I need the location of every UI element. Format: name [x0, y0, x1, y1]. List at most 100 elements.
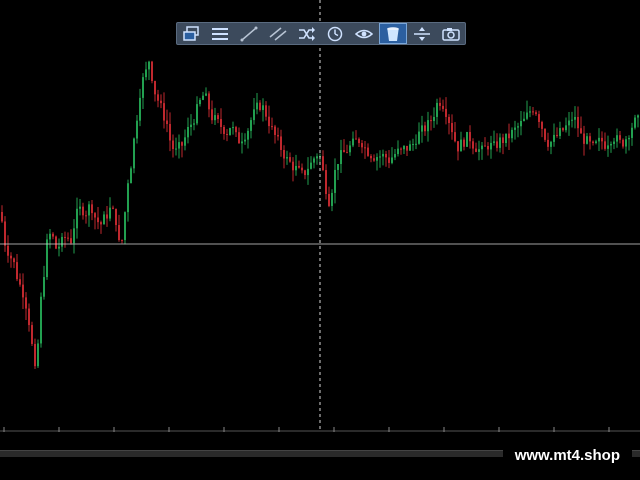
candle-body: [64, 236, 66, 238]
tb-button-0[interactable]: [177, 23, 206, 44]
candle-body: [538, 114, 540, 122]
candle-body: [235, 127, 237, 133]
candle-body: [46, 239, 48, 278]
candle-body: [118, 225, 120, 241]
parallel-lines-icon: [269, 26, 287, 41]
candle-body: [67, 237, 69, 239]
candle-body: [397, 148, 399, 155]
windows-icon: [183, 25, 200, 41]
candle-body: [343, 150, 345, 153]
candle-body: [166, 120, 168, 125]
candle-body: [394, 154, 396, 158]
candle-body: [391, 157, 393, 163]
candle-body: [586, 136, 588, 144]
candle-body: [256, 102, 258, 110]
candle-body: [109, 207, 111, 219]
tb-button-5[interactable]: [321, 23, 350, 44]
candle-body: [52, 233, 54, 237]
tb-button-6[interactable]: [350, 23, 379, 44]
candle-body: [175, 148, 177, 150]
candlestick-chart-svg[interactable]: 7 Dec 16:207 Dec 17:407 Dec 19:007 Dec 2…: [0, 0, 640, 432]
tb-button-1[interactable]: [206, 23, 235, 44]
candle-body: [454, 132, 456, 142]
candle-body: [136, 120, 138, 139]
candle-body: [442, 105, 444, 109]
candle-body: [532, 111, 534, 113]
candle-body: [211, 109, 213, 121]
candle-body: [568, 120, 570, 126]
candle-body: [544, 128, 546, 140]
candle-body: [385, 153, 387, 158]
candle-body: [232, 127, 234, 129]
candle-body: [286, 157, 288, 159]
candle-body: [82, 206, 84, 216]
candle-body: [613, 141, 615, 144]
eye-icon: [355, 29, 374, 38]
candle-body: [520, 120, 522, 127]
candles-layer: [1, 60, 639, 369]
candle-body: [481, 145, 483, 150]
candle-body: [148, 61, 150, 70]
candle-body: [574, 116, 576, 120]
candle-body: [7, 245, 9, 256]
candle-body: [355, 138, 357, 140]
candle-body: [76, 208, 78, 229]
candle-body: [244, 139, 246, 142]
candle-body: [502, 137, 504, 144]
candle-body: [292, 161, 294, 171]
candle-body: [562, 128, 564, 131]
tb-button-2[interactable]: [235, 23, 264, 44]
clock-icon: [328, 26, 343, 41]
candle-body: [22, 284, 24, 298]
candle-body: [328, 193, 330, 206]
candle-body: [448, 116, 450, 124]
candle-body: [220, 119, 222, 127]
tb-button-7[interactable]: [378, 23, 408, 44]
candle-body: [376, 157, 378, 161]
candle-body: [577, 116, 579, 129]
candle-body: [349, 145, 351, 153]
candle-body: [169, 124, 171, 141]
candle-body: [280, 136, 282, 150]
candle-body: [259, 102, 261, 110]
candle-body: [337, 163, 339, 170]
tb-button-8[interactable]: [407, 23, 436, 44]
chart-toolbar: [176, 22, 466, 45]
candle-body: [127, 183, 129, 213]
candle-body: [145, 69, 147, 78]
candle-body: [553, 134, 555, 142]
candle-body: [598, 137, 600, 142]
candle-body: [178, 142, 180, 149]
candle-body: [13, 258, 15, 263]
candle-body: [535, 112, 537, 115]
candle-body: [301, 167, 303, 171]
candle-body: [208, 93, 210, 110]
candle-body: [40, 296, 42, 344]
trash-icon: [386, 26, 399, 41]
candle-body: [445, 108, 447, 117]
tb-button-4[interactable]: [292, 23, 321, 44]
candle-body: [187, 126, 189, 138]
candle-body: [250, 120, 252, 131]
candle-body: [592, 141, 594, 143]
candle-body: [247, 130, 249, 140]
candle-body: [619, 135, 621, 140]
tb-button-3[interactable]: [263, 23, 292, 44]
tb-button-9[interactable]: [436, 23, 465, 44]
candle-body: [382, 153, 384, 157]
candle-body: [139, 97, 141, 121]
candle-body: [157, 94, 159, 101]
candle-body: [16, 262, 18, 280]
price-chart[interactable]: 7 Dec 16:207 Dec 17:407 Dec 19:007 Dec 2…: [0, 0, 640, 432]
candle-body: [55, 236, 57, 249]
candle-body: [58, 246, 60, 249]
candle-body: [409, 144, 411, 151]
candle-body: [427, 120, 429, 132]
candle-body: [541, 121, 543, 129]
candle-body: [388, 157, 390, 163]
candle-body: [466, 132, 468, 147]
candle-body: [361, 143, 363, 148]
candle-body: [73, 228, 75, 244]
candle-body: [334, 169, 336, 193]
candle-body: [331, 192, 333, 206]
